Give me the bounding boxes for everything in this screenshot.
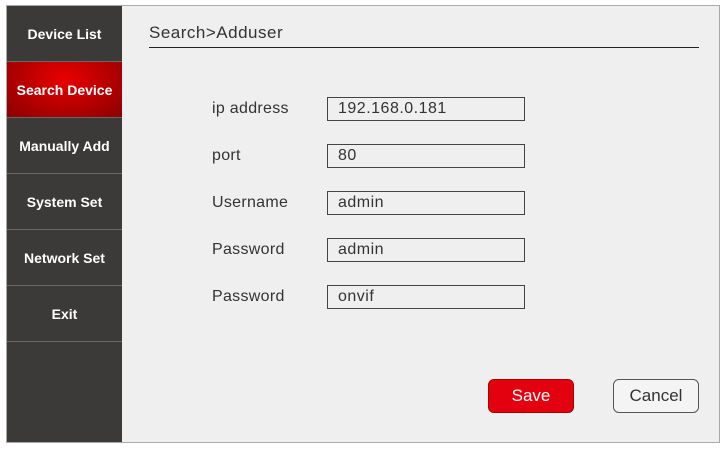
username-row: Username [212, 191, 525, 215]
field-label: ip address [212, 100, 289, 117]
sidebar-item-manually-add[interactable]: Manually Add [7, 118, 122, 174]
sidebar: Device List Search Device Manually Add S… [7, 6, 122, 442]
field-label: Username [212, 194, 289, 211]
field-label: Password [212, 288, 285, 305]
field-label: Password [212, 241, 285, 258]
onvif-password-input[interactable] [327, 285, 525, 309]
save-button[interactable]: Save [488, 379, 574, 413]
sidebar-item-network-set[interactable]: Network Set [7, 230, 122, 286]
page-title: Search>Adduser [149, 23, 284, 42]
ip-address-row: ip address [212, 97, 525, 121]
cancel-button[interactable]: Cancel [613, 379, 699, 413]
password-row: Password [212, 238, 525, 262]
onvif-password-row: Password [212, 285, 525, 309]
sidebar-item-device-list[interactable]: Device List [7, 6, 122, 62]
password-input[interactable] [327, 238, 525, 262]
port-input[interactable] [327, 144, 525, 168]
ip-address-input[interactable] [327, 97, 525, 121]
field-label: port [212, 147, 241, 164]
sidebar-item-exit[interactable]: Exit [7, 286, 122, 342]
title-divider [149, 47, 699, 48]
sidebar-item-system-set[interactable]: System Set [7, 174, 122, 230]
username-input[interactable] [327, 191, 525, 215]
window: Device List Search Device Manually Add S… [6, 5, 720, 443]
sidebar-item-search-device[interactable]: Search Device [7, 62, 122, 118]
port-row: port [212, 144, 525, 168]
